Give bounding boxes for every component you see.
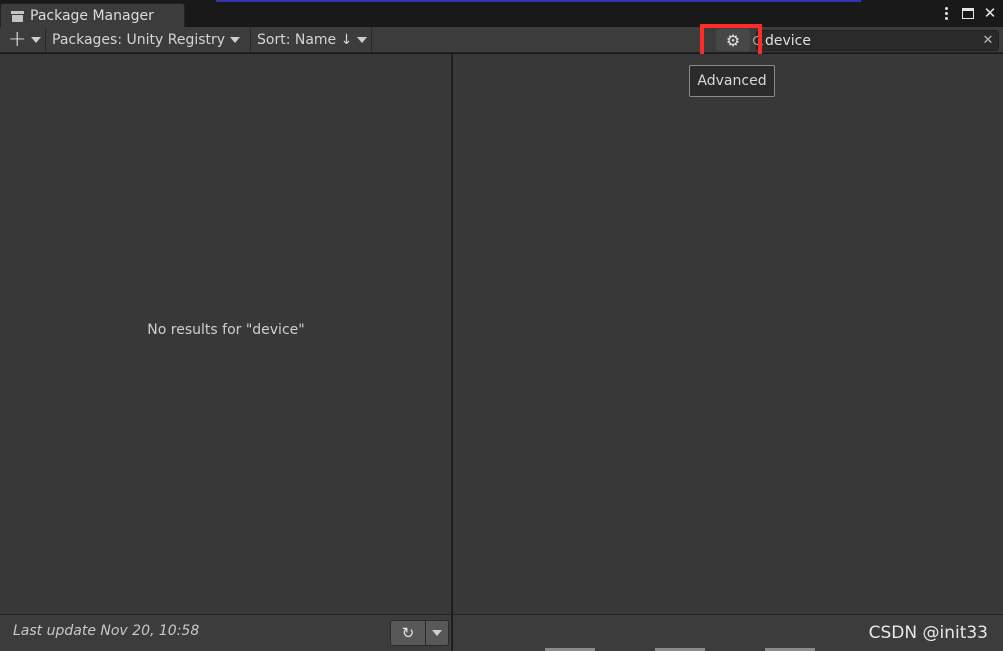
gear-icon: ⚙ [725, 30, 741, 50]
tab-bar-accent-line [216, 0, 861, 2]
search-icon [753, 35, 763, 46]
close-button[interactable]: ✕ [982, 4, 998, 22]
watermark: CSDN @init33 [868, 623, 988, 643]
add-package-button[interactable]: + [0, 27, 46, 52]
refresh-control: ↻ [390, 620, 449, 646]
chevron-down-icon [432, 630, 442, 636]
chevron-down-icon [357, 36, 368, 43]
window-title: Package Manager [30, 8, 154, 24]
window-tab-bar: Package Manager ✕ [0, 0, 1003, 28]
more-options-icon[interactable] [938, 4, 954, 22]
refresh-button[interactable]: ↻ [391, 621, 426, 645]
refresh-options-dropdown[interactable] [426, 621, 448, 645]
package-icon [11, 10, 24, 22]
packages-filter-label: Packages: Unity Registry [52, 31, 226, 48]
status-bar: Last update Nov 20, 10:58 ↻ [0, 614, 452, 651]
advanced-tooltip: Advanced [689, 65, 775, 97]
toolbar: + Packages: Unity Registry Sort: Name ↓ … [0, 27, 1003, 53]
maximize-button[interactable] [960, 4, 976, 22]
last-update-text: Last update Nov 20, 10:58 [13, 623, 200, 639]
plus-icon: + [8, 26, 27, 52]
maximize-icon [962, 7, 974, 19]
search-input[interactable] [763, 31, 978, 50]
package-details-pane [453, 54, 1003, 614]
search-box: ✕ [753, 30, 999, 51]
tab-package-manager[interactable]: Package Manager [0, 3, 185, 28]
details-footer: CSDN @init33 [453, 614, 1003, 651]
chevron-down-icon [230, 36, 241, 43]
advanced-settings-button[interactable]: ⚙ [716, 29, 750, 51]
sort-dropdown[interactable]: Sort: Name ↓ [251, 27, 372, 52]
window-controls: ✕ [938, 4, 998, 22]
empty-results-message: No results for "device" [147, 322, 305, 338]
refresh-icon: ↻ [401, 624, 415, 642]
clear-search-icon[interactable]: ✕ [978, 33, 998, 48]
package-list-pane: No results for "device" [0, 54, 452, 614]
sort-label: Sort: Name ↓ [257, 31, 353, 48]
chevron-down-icon [31, 36, 42, 43]
packages-filter-dropdown[interactable]: Packages: Unity Registry [46, 27, 251, 52]
